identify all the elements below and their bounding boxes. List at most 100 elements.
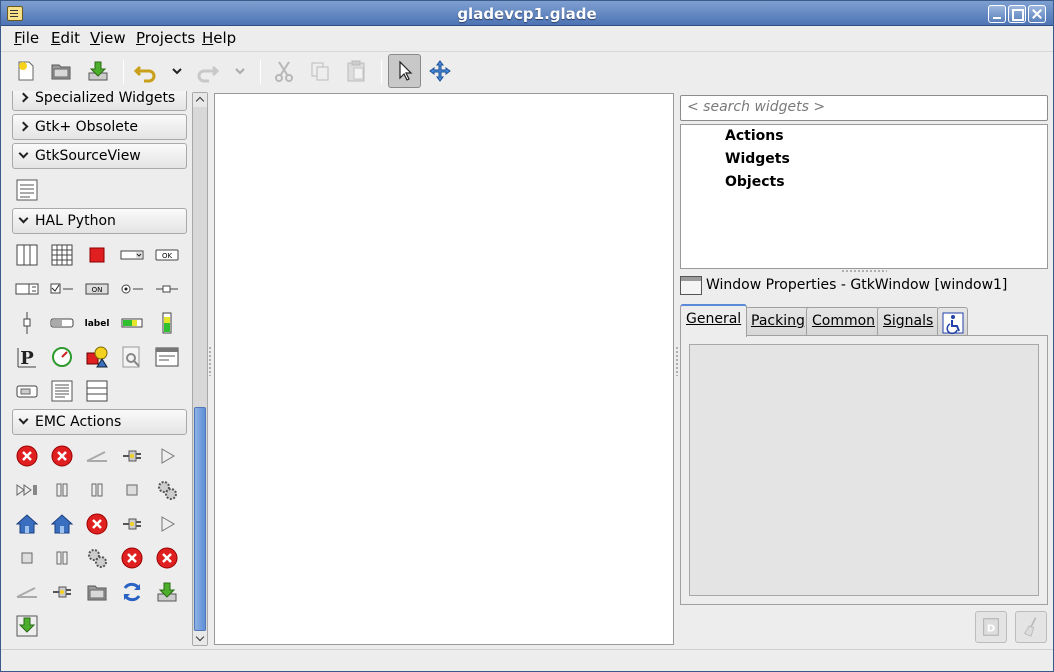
scrollbar-thumb[interactable] [194,407,206,631]
palette-action-power-plug[interactable] [50,580,74,604]
palette-action-pause-toggle[interactable] [50,546,74,570]
redo-history-dropdown[interactable] [233,64,247,78]
palette-widget-hal-drawing[interactable] [85,345,109,369]
open-project-button[interactable] [46,56,76,86]
palette-action-unhome[interactable] [85,512,109,536]
palette-widget-hal-grid[interactable] [50,243,74,267]
tab-general[interactable]: General [680,304,748,337]
svg-text:P: P [20,348,34,369]
palette-group-gtk-obsolete[interactable]: Gtk+ Obsolete [12,114,187,140]
palette-widget-hal-frame[interactable] [15,379,39,403]
close-window-button[interactable] [1028,5,1046,23]
tree-item-objects[interactable]: Objects [725,174,785,190]
palette-widget-hal-graph[interactable]: P [15,345,39,369]
palette-widget-hal-led[interactable] [85,243,109,267]
palette-action-machine-on[interactable] [120,444,144,468]
pause-icon [91,483,103,497]
tab-packing[interactable]: Packing [745,307,811,336]
tree-item-widgets[interactable]: Widgets [725,151,790,167]
chevron-right-icon [18,92,29,103]
select-mode-button[interactable] [388,54,421,88]
pane-resize-grip[interactable] [675,346,679,376]
pane-resize-grip[interactable] [208,346,212,376]
tab-signals[interactable]: Signals [877,307,940,336]
edit-dialog-button[interactable]: D [975,611,1007,643]
cut-button[interactable] [269,56,299,86]
palette-group-gtksourceview[interactable]: GtkSourceView [12,143,187,169]
palette-action-machine-off-toggle[interactable] [15,580,39,604]
palette-widget-hal-meter[interactable] [50,345,74,369]
move-arrows-icon [429,60,451,82]
palette-widget-hal-togglebutton[interactable]: ON [85,277,109,301]
palette-action-abort[interactable] [155,546,179,570]
undo-button[interactable] [131,56,161,86]
palette-action-open[interactable] [85,580,109,604]
minimize-button[interactable] [988,5,1006,23]
clear-properties-button[interactable] [1015,611,1047,643]
maximize-button[interactable] [1008,5,1026,23]
palette-widget-hal-hscale[interactable] [155,277,179,301]
palette-action-estop-reset[interactable] [50,444,74,468]
palette-action-run-toggle[interactable] [155,512,179,536]
menu-help[interactable]: Help [202,29,236,47]
palette-action-stop[interactable] [120,478,144,502]
palette-widget-hal-radiobutton[interactable] [120,277,144,301]
search-widgets-input[interactable]: < search widgets > [680,95,1048,121]
palette-widget-hal-vbar[interactable] [155,311,179,335]
palette-action-save[interactable] [155,580,179,604]
palette-widget-hal-combobox[interactable] [120,243,144,267]
new-project-button[interactable] [11,56,41,86]
undo-history-dropdown[interactable] [170,64,184,78]
palette-action-estop-toggle[interactable] [120,546,144,570]
menu-edit[interactable]: Edit [51,29,80,47]
palette-widget-hal-checkbutton[interactable] [50,277,74,301]
palette-action-machine-off[interactable] [85,444,109,468]
window-widget-icon [680,276,702,295]
palette-action-home-all[interactable] [50,512,74,536]
pane-resize-grip[interactable] [841,269,887,273]
palette-widget-sourceview[interactable] [15,178,39,202]
palette-widget-hal-vscale[interactable] [15,311,39,335]
tree-item-actions[interactable]: Actions [725,128,784,144]
palette-action-reload[interactable] [120,580,144,604]
palette-widget-hal-dialog[interactable] [155,345,179,369]
palette-action-estop[interactable] [15,444,39,468]
palette-action-save-as[interactable] [15,614,39,638]
palette-group-specialized-widgets[interactable]: Specialized Widgets [12,91,187,111]
drag-resize-mode-button[interactable] [425,56,455,86]
tab-accessibility[interactable] [937,307,968,336]
palette-group-emc-actions[interactable]: EMC Actions [12,409,187,435]
palette-action-mdi[interactable] [155,478,179,502]
paste-button[interactable] [341,56,371,86]
copy-button[interactable] [305,56,335,86]
design-canvas[interactable] [214,93,674,645]
palette-widget-hal-table[interactable] [15,243,39,267]
redo-button[interactable] [192,56,222,86]
palette-widget-hal-vbox[interactable] [85,379,109,403]
palette-action-toggle-power[interactable] [120,512,144,536]
menu-view[interactable]: View [90,29,126,47]
scroll-up-arrow-icon[interactable] [193,93,207,107]
palette-widget-hal-button[interactable]: OK [155,243,179,267]
palette-group-hal-python[interactable]: HAL Python [12,208,187,234]
title-bar[interactable]: gladevcp1.glade [1,1,1053,26]
palette-widget-hal-label[interactable]: label [85,311,109,335]
tab-common[interactable]: Common [806,307,882,336]
palette-action-home[interactable] [15,512,39,536]
palette-action-resume[interactable] [85,478,109,502]
palette-action-run[interactable] [155,444,179,468]
palette-action-step[interactable] [15,478,39,502]
palette-widget-hal-hbar[interactable] [120,311,144,335]
palette-widget-hal-gremlin[interactable] [120,345,144,369]
palette-action-stop-toggle[interactable] [15,546,39,570]
scroll-down-arrow-icon[interactable] [193,631,207,645]
menu-projects[interactable]: Projects [136,29,195,47]
palette-action-pause[interactable] [50,478,74,502]
menu-file[interactable]: File [14,29,39,47]
palette-scrollbar[interactable] [192,92,208,646]
palette-widget-hal-progressbar[interactable] [50,311,74,335]
palette-widget-hal-spinbutton[interactable] [15,277,39,301]
palette-action-setting[interactable] [85,546,109,570]
save-project-button[interactable] [83,56,113,86]
palette-widget-hal-textview[interactable] [50,379,74,403]
